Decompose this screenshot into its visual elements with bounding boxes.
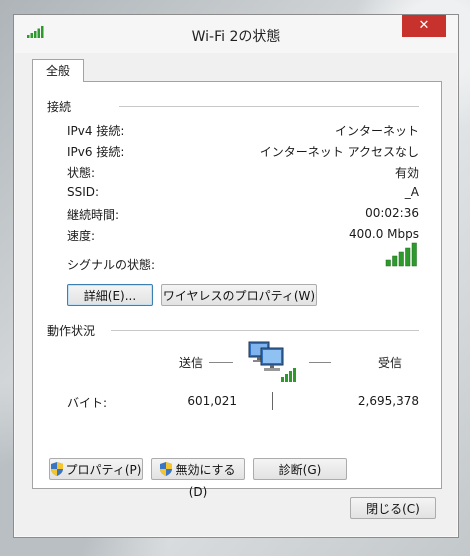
- disable-button[interactable]: 無効にする(D): [151, 458, 245, 499]
- bytes-label: バイト:: [67, 396, 108, 410]
- details-button[interactable]: 詳細(E)...: [67, 284, 153, 306]
- speed-label: 速度:: [67, 229, 96, 243]
- media-state-value: 有効: [394, 166, 419, 180]
- close-button[interactable]: 閉じる(C): [350, 497, 436, 519]
- bytes-received-value: 2,695,378: [357, 394, 419, 408]
- activity-divider: [111, 330, 419, 331]
- close-icon: ✕: [418, 18, 430, 33]
- uac-shield-icon: [50, 462, 63, 476]
- disable-button-label: 無効にする(D): [175, 463, 236, 499]
- activity-separator: [272, 392, 273, 410]
- ipv4-label: IPv4 接続:: [67, 124, 125, 138]
- connection-divider: [119, 106, 419, 107]
- wireless-properties-button[interactable]: ワイヤレスのプロパティ(W): [161, 284, 317, 306]
- sent-line: [209, 362, 233, 363]
- received-line: [309, 362, 331, 363]
- network-computers-icon: [248, 341, 296, 382]
- properties-button[interactable]: プロパティ(P): [49, 458, 143, 480]
- general-tab-panel: 接続 IPv4 接続: インターネット IPv6 接続: インターネット アクセ…: [32, 81, 442, 499]
- received-label: 受信: [378, 356, 403, 370]
- window-close-button[interactable]: ✕: [402, 15, 446, 37]
- diagnose-button[interactable]: 診断(G): [253, 458, 347, 480]
- sent-label: 送信: [179, 356, 204, 370]
- ipv6-label: IPv6 接続:: [67, 145, 125, 159]
- title-bar[interactable]: Wi-Fi 2の状態 ✕: [14, 15, 458, 53]
- ipv6-value: インターネット アクセスなし: [259, 145, 419, 159]
- duration-label: 継続時間:: [67, 208, 120, 222]
- ssid-value: _A: [404, 185, 419, 199]
- speed-value: 400.0 Mbps: [348, 227, 419, 241]
- ssid-label: SSID:: [67, 185, 100, 199]
- bytes-sent-value: 601,021: [187, 394, 237, 408]
- signal-strength-icon: [385, 242, 417, 267]
- properties-button-label: プロパティ(P): [65, 463, 142, 477]
- media-state-label: 状態:: [67, 166, 96, 180]
- tab-general[interactable]: 全般: [32, 59, 84, 82]
- window-title: Wi-Fi 2の状態: [191, 29, 281, 45]
- uac-shield-icon: [160, 462, 173, 476]
- duration-value: 00:02:36: [365, 206, 419, 220]
- connection-section-label: 接続: [47, 100, 72, 114]
- ipv4-value: インターネット: [334, 124, 419, 138]
- activity-section-label: 動作状況: [47, 324, 96, 338]
- signal-quality-label: シグナルの状態:: [67, 258, 156, 272]
- wifi-status-dialog: Wi-Fi 2の状態 ✕ 全般 接続 IPv4 接続: インターネット IPv6…: [13, 14, 459, 538]
